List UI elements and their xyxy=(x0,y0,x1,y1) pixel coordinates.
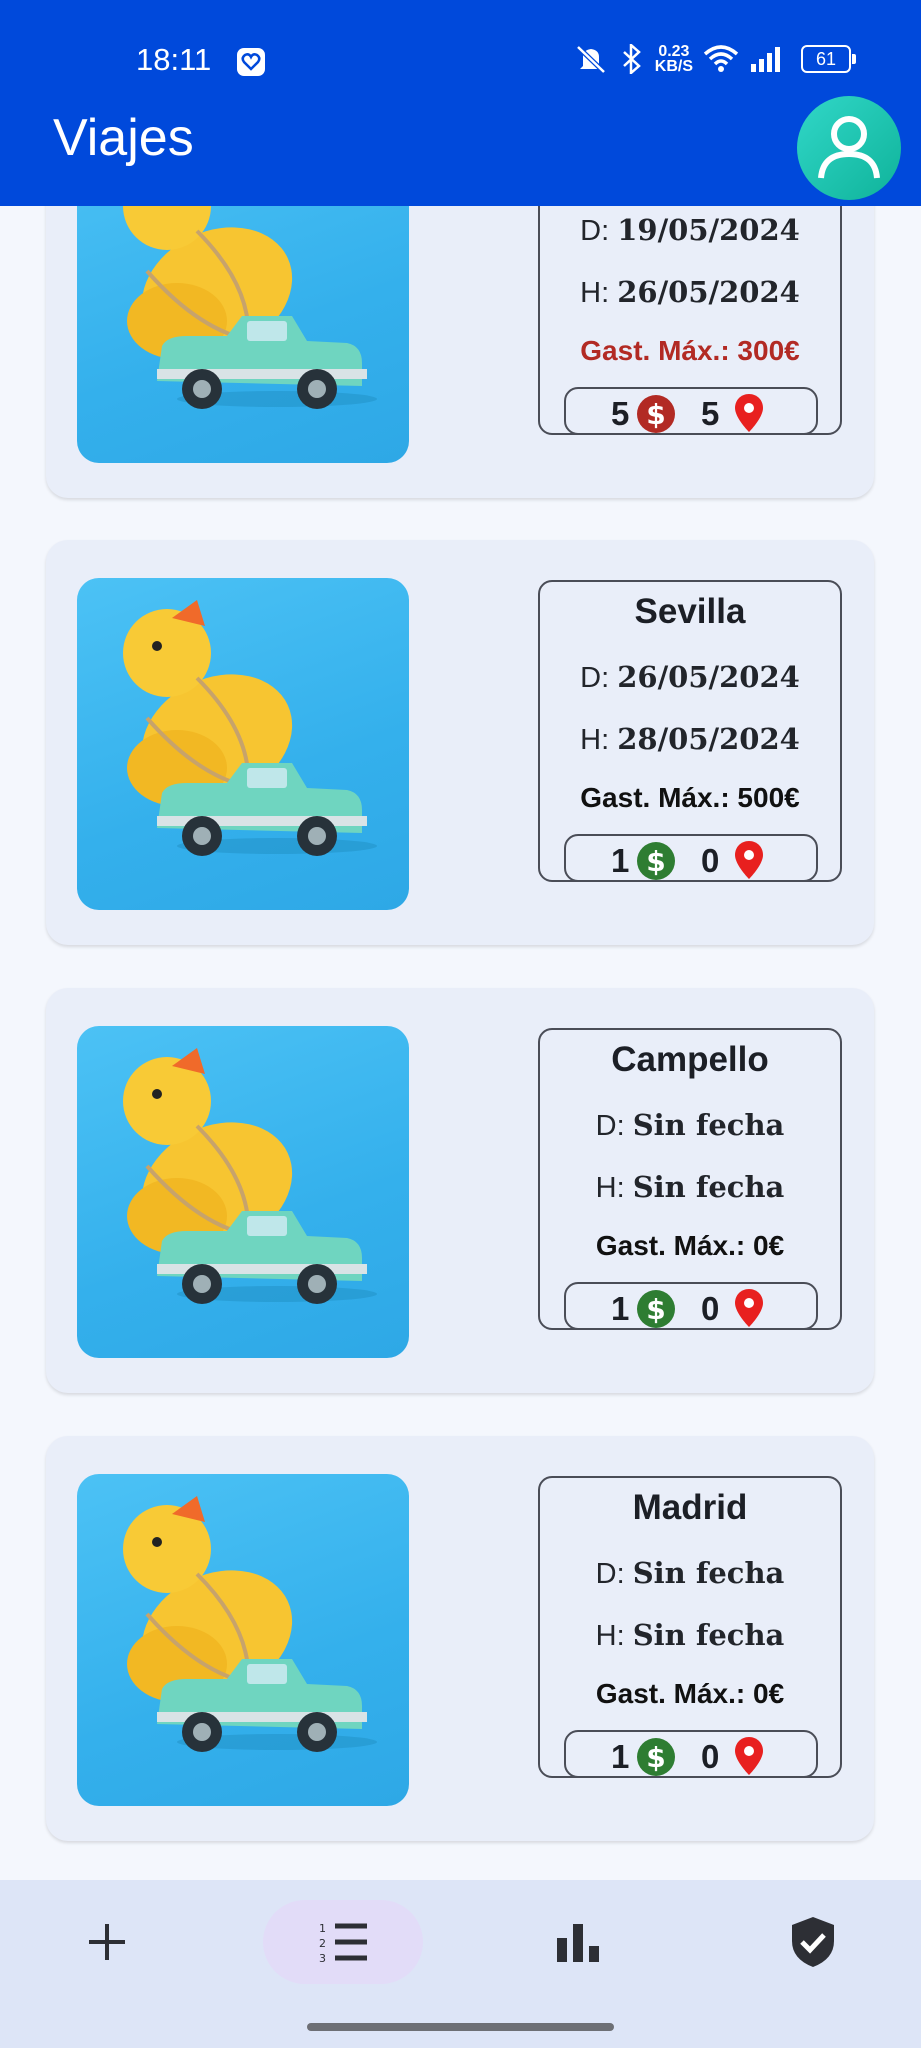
trip-max-spend: Gast. Máx.: 0€ xyxy=(595,1678,785,1709)
bottom-navigation: 1 2 3 xyxy=(0,1880,921,2048)
dollar-icon: $ xyxy=(637,1738,675,1776)
dollar-icon: $ xyxy=(637,842,675,880)
nav-security[interactable] xyxy=(733,1900,893,1984)
trip-card[interactable]: Campello D: Sin fecha H: Sin fecha Gast.… xyxy=(46,988,874,1393)
trip-image xyxy=(77,1474,409,1806)
trip-start-date: D: 26/05/2024 xyxy=(580,660,800,694)
person-icon xyxy=(818,116,880,179)
trip-max-spend: Gast. Máx.: 0€ xyxy=(595,1230,785,1261)
svg-text:2: 2 xyxy=(319,1937,326,1950)
status-icons: 0.23 KB/S 61 xyxy=(573,43,856,75)
place-count: 0 xyxy=(701,1290,720,1327)
svg-text:$: $ xyxy=(646,1741,665,1774)
bar-chart-icon xyxy=(557,1924,599,1962)
trip-info-box: Campello D: Sin fecha H: Sin fecha Gast.… xyxy=(538,1028,842,1330)
expense-count: 5 xyxy=(611,395,630,432)
location-pin-icon xyxy=(735,841,763,879)
nav-stats[interactable] xyxy=(498,1900,658,1984)
shield-check-icon xyxy=(792,1917,834,1967)
wifi-icon xyxy=(703,45,739,72)
trip-end-date: H: Sin fecha xyxy=(595,1618,785,1652)
trip-city: Madrid xyxy=(632,1488,748,1527)
status-time: 18:11 xyxy=(136,42,212,77)
svg-text:1: 1 xyxy=(319,1922,326,1935)
trip-card[interactable]: Madrid D: Sin fecha H: Sin fecha Gast. M… xyxy=(46,1436,874,1841)
place-count: 0 xyxy=(701,1738,720,1775)
trip-counters: 5 $ 5 xyxy=(564,387,818,435)
expense-count: 1 xyxy=(611,1290,630,1327)
trip-start-date: D: Sin fecha xyxy=(595,1108,785,1142)
trip-max-spend: Gast. Máx.: 300€ xyxy=(580,335,800,366)
page-title: Viajes xyxy=(53,109,194,167)
battery-indicator: 61 xyxy=(801,45,856,73)
trip-image xyxy=(77,1026,409,1358)
trip-end-date: H: 28/05/2024 xyxy=(580,722,800,756)
nav-add[interactable] xyxy=(27,1900,187,1984)
network-speed: 0.23 KB/S xyxy=(654,43,693,75)
location-pin-icon xyxy=(735,1289,763,1327)
signal-icon xyxy=(751,47,780,72)
trip-info-box: Sevilla D: 26/05/2024 H: 28/05/2024 Gast… xyxy=(538,580,842,882)
trip-image xyxy=(77,578,409,910)
trip-counters: 1 $ 0 xyxy=(564,1730,818,1778)
trip-city: Campello xyxy=(611,1040,769,1079)
trip-end-date: H: Sin fecha xyxy=(595,1170,785,1204)
plus-icon xyxy=(89,1924,125,1960)
svg-text:$: $ xyxy=(646,398,665,431)
mute-icon xyxy=(576,45,606,74)
gesture-bar[interactable] xyxy=(307,2023,614,2031)
trip-city: Sevilla xyxy=(634,592,746,631)
trip-end-date: H: 26/05/2024 xyxy=(580,275,800,309)
trip-counters: 1 $ 0 xyxy=(564,834,818,882)
svg-text:$: $ xyxy=(646,1293,665,1326)
dollar-icon: $ xyxy=(637,1290,675,1328)
place-count: 0 xyxy=(701,842,720,879)
svg-text:$: $ xyxy=(646,845,665,878)
dollar-icon: $ xyxy=(637,395,675,433)
expense-count: 1 xyxy=(611,1738,630,1775)
svg-text:3: 3 xyxy=(319,1952,326,1964)
profile-button[interactable] xyxy=(797,96,901,200)
nav-list[interactable]: 1 2 3 xyxy=(263,1900,423,1984)
numbered-list-icon: 1 2 3 xyxy=(319,1922,367,1964)
trip-max-spend: Gast. Máx.: 500€ xyxy=(580,782,800,813)
trip-card[interactable]: Sevilla D: 26/05/2024 H: 28/05/2024 Gast… xyxy=(46,540,874,945)
trip-list[interactable]: D: 19/05/2024 H: 26/05/2024 Gast. Máx.: … xyxy=(0,0,921,1880)
bluetooth-icon xyxy=(622,44,641,74)
location-pin-icon xyxy=(735,394,763,432)
trip-info-box: Madrid D: Sin fecha H: Sin fecha Gast. M… xyxy=(538,1476,842,1778)
trip-start-date: D: 19/05/2024 xyxy=(580,213,800,247)
trip-counters: 1 $ 0 xyxy=(564,1282,818,1330)
app-bar: 18:11 0.23 KB/S 61 Viajes xyxy=(0,0,921,206)
heart-notification-icon xyxy=(237,48,265,76)
trip-start-date: D: Sin fecha xyxy=(595,1556,785,1590)
place-count: 5 xyxy=(701,395,720,432)
expense-count: 1 xyxy=(611,842,630,879)
location-pin-icon xyxy=(735,1737,763,1775)
